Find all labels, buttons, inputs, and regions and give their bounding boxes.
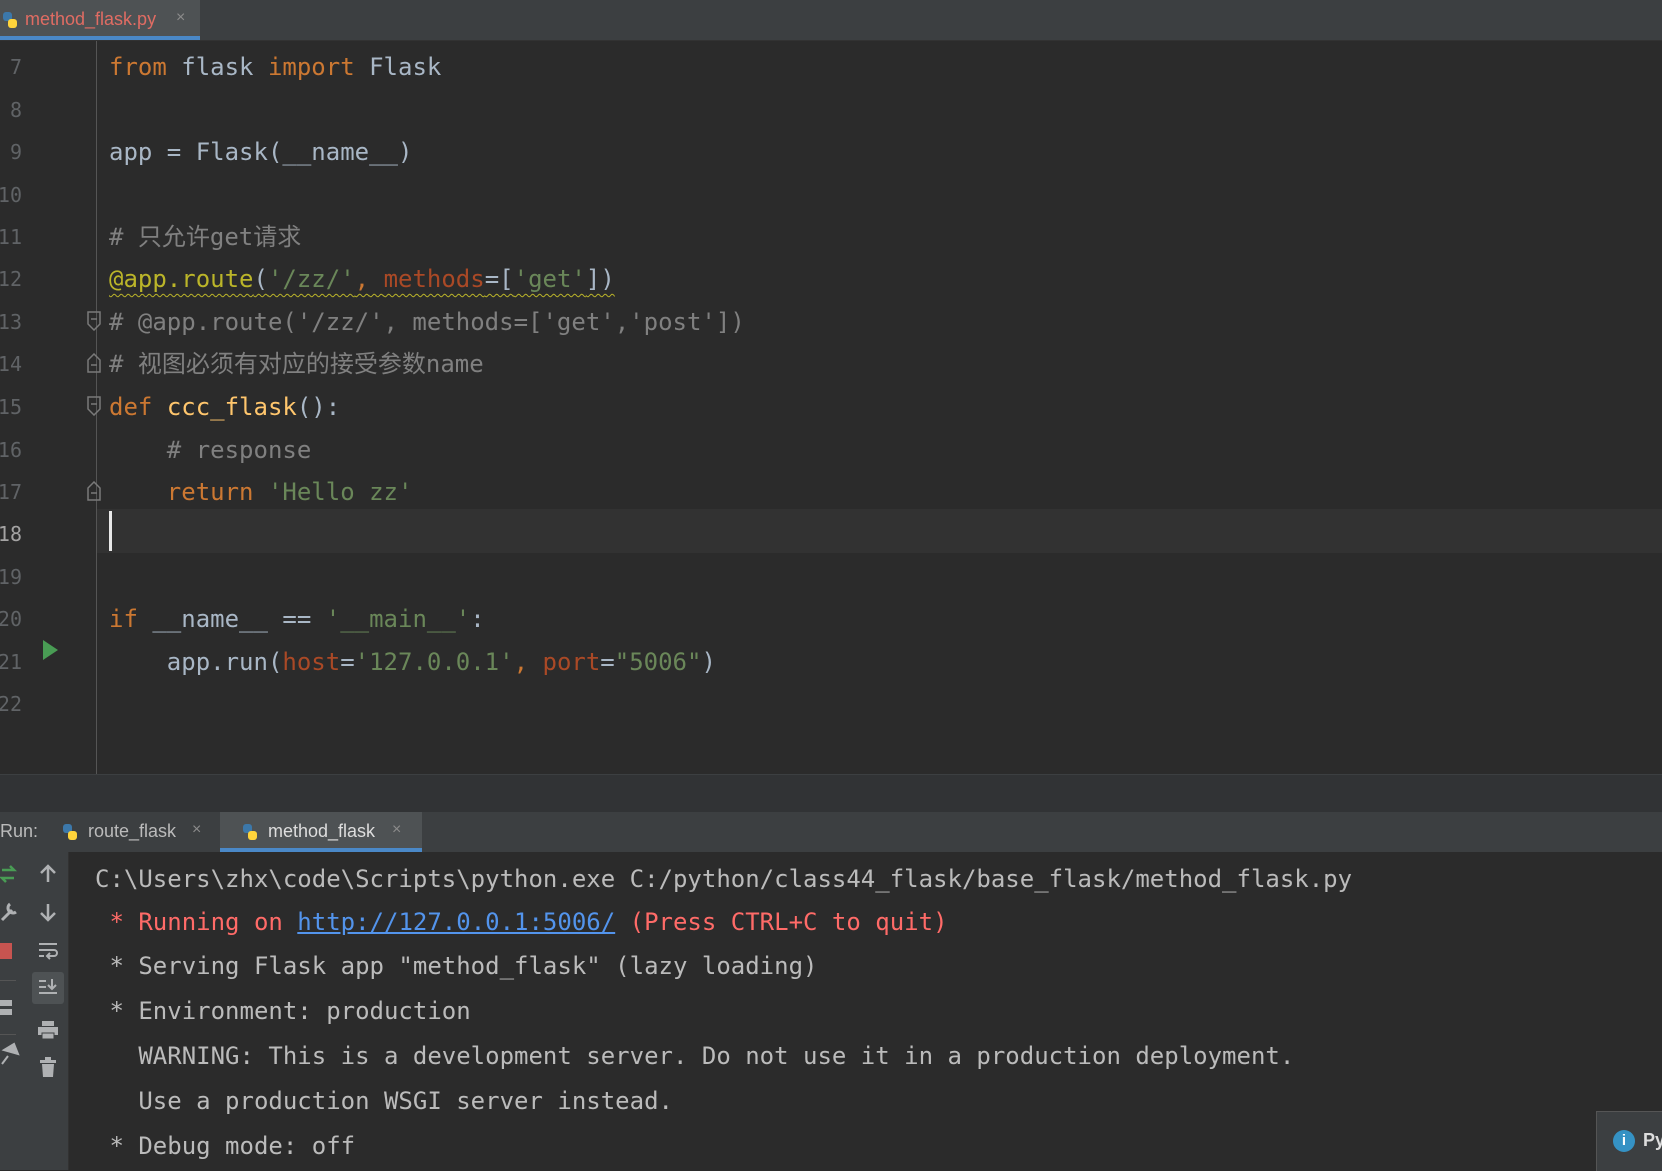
notification-popup[interactable]: i Py [1596,1111,1662,1171]
run-tab-bar: Run: route_flask × method_flask × [0,812,1662,853]
console-line: Use a production WSGI server instead. [95,1087,673,1115]
code-line: 13 # @app.route('/zz/', methods=['get','… [0,300,1662,344]
run-tab-label: route_flask [88,821,177,841]
code-editor[interactable]: 7 from flask import Flask 8 9 app = Flas… [0,41,1662,774]
code-comment: # @app.route('/zz/', methods=['get','pos… [109,308,745,336]
code-line: 7 from flask import Flask [0,45,1662,89]
code-line: 9 app = Flask(__name__) [0,130,1662,174]
line-number: 10 [0,183,22,207]
console-line: * Environment: production [95,997,471,1025]
stop-icon[interactable] [0,939,24,963]
code-text: if __name__ == '__main__': [109,605,485,633]
fold-end-icon[interactable] [86,353,102,373]
close-icon[interactable]: × [176,9,185,27]
code-line: 21 app.run(host='127.0.0.1', port="5006"… [0,640,1662,684]
print-icon[interactable] [36,1018,60,1042]
code-text: return 'Hello zz' [166,478,413,506]
close-icon[interactable]: × [192,821,201,839]
line-number: 9 [9,140,22,164]
code-comment: # 视图必须有对应的接受参数name [109,350,484,378]
run-console[interactable]: C:\Users\zhx\code\Scripts\python.exe C:/… [69,852,1662,1170]
code-line: 17 return 'Hello zz' [0,470,1662,514]
code-line: 10 [0,173,1662,217]
arrow-down-icon[interactable] [36,900,60,924]
code-line: 18 [0,512,1662,556]
console-line: C:\Users\zhx\code\Scripts\python.exe C:/… [95,865,1353,893]
close-icon[interactable]: × [392,821,401,839]
line-number: 21 [0,650,22,674]
line-number: 17 [0,480,22,504]
code-line: 11 # 只允许get请求 [0,215,1662,259]
code-text: from flask import Flask [109,53,442,81]
line-number: 12 [0,267,22,291]
python-file-icon [3,12,17,28]
editor-tab-method-flask[interactable]: method_flask.py × [0,0,200,40]
line-number: 13 [0,310,22,334]
python-icon [243,824,257,840]
scroll-to-end-button[interactable] [32,972,64,1004]
line-number: 8 [9,98,22,122]
code-text: def ccc_flask(): [109,393,341,421]
console-line: WARNING: This is a development server. D… [95,1042,1295,1070]
rerun-icon[interactable] [0,862,24,886]
code-line: 22 [0,682,1662,726]
run-tab-route-flask[interactable]: route_flask × [54,812,214,852]
wrench-icon[interactable] [0,900,24,924]
trash-icon[interactable] [36,1055,60,1079]
server-url-link[interactable]: http://127.0.0.1:5006/ [297,908,615,936]
scroll-to-end-icon [39,979,57,994]
code-comment: # response [109,436,312,464]
line-number: 14 [0,352,22,376]
run-gutter-icon[interactable] [40,638,60,662]
info-icon: i [1613,1130,1635,1152]
run-label: Run: [0,821,39,841]
fold-end-icon[interactable] [86,481,102,501]
code-line: 8 [0,88,1662,132]
code-text: app.run(host='127.0.0.1', port="5006") [109,648,716,676]
code-line: 12 @app.route('/zz/', methods=['get']) [0,257,1662,301]
fold-start-icon[interactable] [86,311,102,331]
code-line: 20 if __name__ == '__main__': [0,597,1662,641]
code-comment: # 只允许get请求 [109,223,302,251]
text-caret [109,511,112,551]
run-toolbar [0,852,69,1170]
panel-splitter[interactable] [0,774,1662,813]
line-number: 16 [0,438,22,462]
soft-wrap-icon[interactable] [36,939,60,963]
console-line-running: * Running on http://127.0.0.1:5006/ (Pre… [95,900,948,945]
fold-start-icon[interactable] [86,396,102,416]
notification-text: Py [1643,1130,1662,1150]
line-number: 7 [9,55,22,79]
toolbar-divider [0,980,16,981]
line-number: 19 [0,565,22,589]
arrow-up-icon[interactable] [36,862,60,886]
editor-tab-bar: method_flask.py × [0,0,1662,41]
line-number: 20 [0,607,22,631]
editor-tab-label: method_flask.py [25,9,157,29]
line-number: 22 [0,692,22,716]
python-icon [63,824,77,840]
console-text: (Press CTRL+C to quit) [615,908,948,936]
code-decorator: @app.route('/zz/', methods=['get']) [109,265,615,293]
code-text: app = Flask(__name__) [109,138,413,166]
code-line: 19 [0,555,1662,599]
pin-icon[interactable] [0,1042,24,1066]
line-number: 18 [0,522,22,546]
console-line: * Debug mode: off [95,1132,356,1160]
console-line: * Serving Flask app "method_flask" (lazy… [95,952,818,980]
code-line: 15 def ccc_flask(): [0,385,1662,429]
line-number: 15 [0,395,22,419]
console-text: * Running on [95,908,298,936]
run-tab-method-flask[interactable]: method_flask × [220,812,422,852]
code-line: 16 # response [0,428,1662,472]
line-number: 11 [0,225,22,249]
run-tab-label: method_flask [268,821,376,841]
toolbar-divider [0,1034,16,1035]
code-line: 14 # 视图必须有对应的接受参数name [0,342,1662,386]
layout-icon[interactable] [0,996,24,1020]
